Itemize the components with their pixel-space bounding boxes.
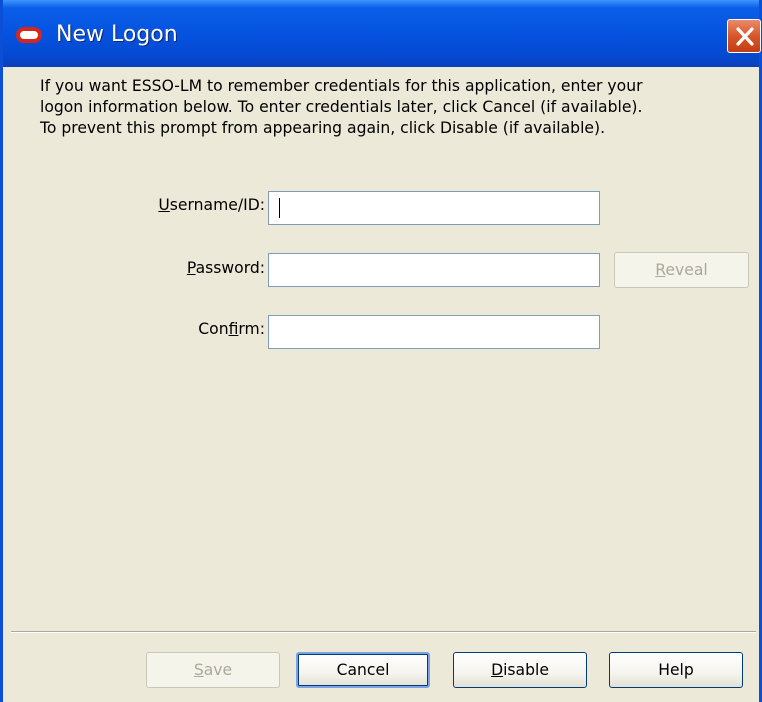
instructions-line: If you want ESSO-LM to remember credenti…	[40, 77, 643, 95]
disable-button[interactable]: Disable	[453, 652, 587, 688]
close-x-icon	[736, 27, 754, 46]
instructions-text: If you want ESSO-LM to remember credenti…	[40, 76, 760, 139]
reveal-label: eveal	[665, 261, 708, 279]
cancel-button[interactable]: Cancel	[296, 652, 430, 688]
save-label: ave	[203, 661, 233, 679]
help-button[interactable]: Help	[609, 652, 743, 688]
password-input[interactable]	[268, 253, 600, 287]
instructions-line: logon information below. To enter creden…	[40, 98, 643, 116]
username-label-text: sername/ID:	[169, 196, 265, 214]
disable-mnemonic: D	[491, 661, 504, 679]
oracle-logo-icon	[16, 27, 42, 43]
reveal-button[interactable]: Reveal	[614, 252, 749, 288]
username-label: Username/ID:	[123, 196, 265, 214]
new-logon-dialog: New Logon If you want ESSO-LM to remembe…	[0, 0, 762, 702]
password-label-text: assword:	[195, 259, 265, 277]
confirm-label-mnemonic: f	[228, 320, 239, 338]
footer-separator	[11, 631, 756, 633]
instructions-line: To prevent this prompt from appearing ag…	[40, 119, 606, 137]
confirm-input[interactable]	[268, 315, 600, 349]
password-label: Password:	[123, 259, 265, 277]
close-button[interactable]	[727, 19, 761, 53]
title-bar[interactable]: New Logon	[3, 0, 761, 67]
window-title: New Logon	[56, 22, 178, 47]
password-label-mnemonic: P	[186, 259, 196, 277]
save-mnemonic: S	[193, 661, 204, 679]
username-input[interactable]	[268, 191, 600, 225]
reveal-mnemonic: R	[655, 261, 666, 279]
text-cursor	[279, 198, 280, 218]
confirm-label-pre: Con	[198, 320, 229, 338]
confirm-label: Confirm:	[123, 320, 265, 338]
confirm-label-text: irm:	[238, 320, 265, 338]
save-button[interactable]: Save	[146, 652, 280, 688]
username-label-mnemonic: U	[158, 196, 170, 214]
disable-label: isable	[503, 661, 549, 679]
